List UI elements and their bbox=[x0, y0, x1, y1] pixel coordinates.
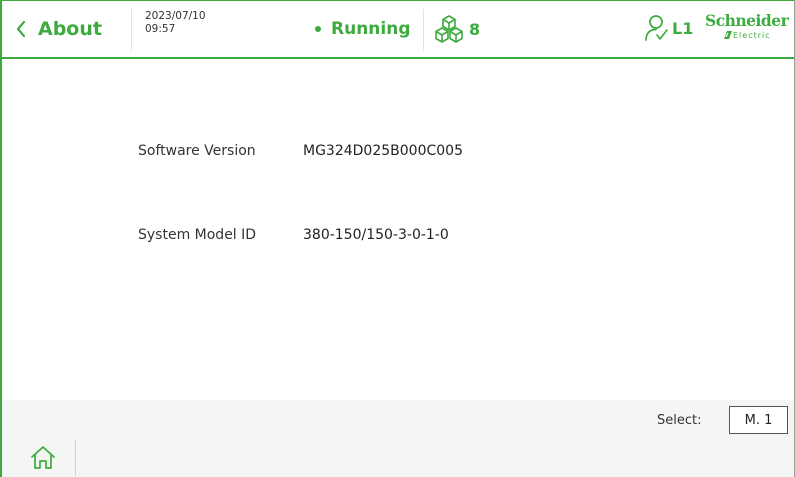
status-indicator: Running bbox=[315, 1, 411, 57]
system-model-label: System Model ID bbox=[138, 227, 257, 243]
system-model-value: 380-150/150-3-0-1-0 bbox=[303, 227, 449, 243]
status-dot-icon bbox=[315, 26, 321, 32]
datetime: 2023/07/10 09:57 bbox=[145, 10, 206, 36]
modules-count: 8 bbox=[469, 19, 481, 39]
brand-sub: Electric bbox=[733, 31, 771, 40]
software-version-value: MG324D025B000C005 bbox=[303, 143, 463, 159]
header-divider bbox=[131, 9, 132, 51]
time-text: 09:57 bbox=[145, 23, 176, 35]
back-button[interactable]: About bbox=[16, 1, 102, 57]
bottom-bar: Select: M. 1 bbox=[2, 400, 794, 477]
page-title: About bbox=[38, 18, 102, 40]
user-button[interactable]: L1 bbox=[644, 14, 693, 42]
modules-indicator: 8 bbox=[432, 14, 480, 44]
chevron-left-icon bbox=[16, 20, 26, 38]
user-level: L1 bbox=[672, 18, 694, 38]
brand-name: Schneider bbox=[705, 11, 789, 30]
home-button[interactable] bbox=[30, 444, 56, 474]
brand-logo: Schneider Electric bbox=[705, 12, 789, 46]
top-bar: About 2023/07/10 09:57 Running 8 L1 Schn… bbox=[2, 0, 794, 59]
software-version-label: Software Version bbox=[138, 143, 256, 159]
footer-divider bbox=[75, 440, 76, 476]
brand-mark-icon bbox=[724, 31, 732, 39]
machine-select[interactable]: M. 1 bbox=[729, 406, 788, 434]
about-screen: About 2023/07/10 09:57 Running 8 L1 Schn… bbox=[0, 0, 795, 477]
user-check-icon bbox=[645, 15, 668, 41]
machine-select-value: M. 1 bbox=[744, 412, 773, 428]
select-label: Select: bbox=[657, 413, 702, 428]
status-text: Running bbox=[331, 19, 411, 39]
date-text: 2023/07/10 bbox=[145, 10, 206, 22]
cubes-icon bbox=[435, 15, 463, 43]
home-icon bbox=[31, 446, 55, 469]
header-divider bbox=[423, 9, 424, 51]
